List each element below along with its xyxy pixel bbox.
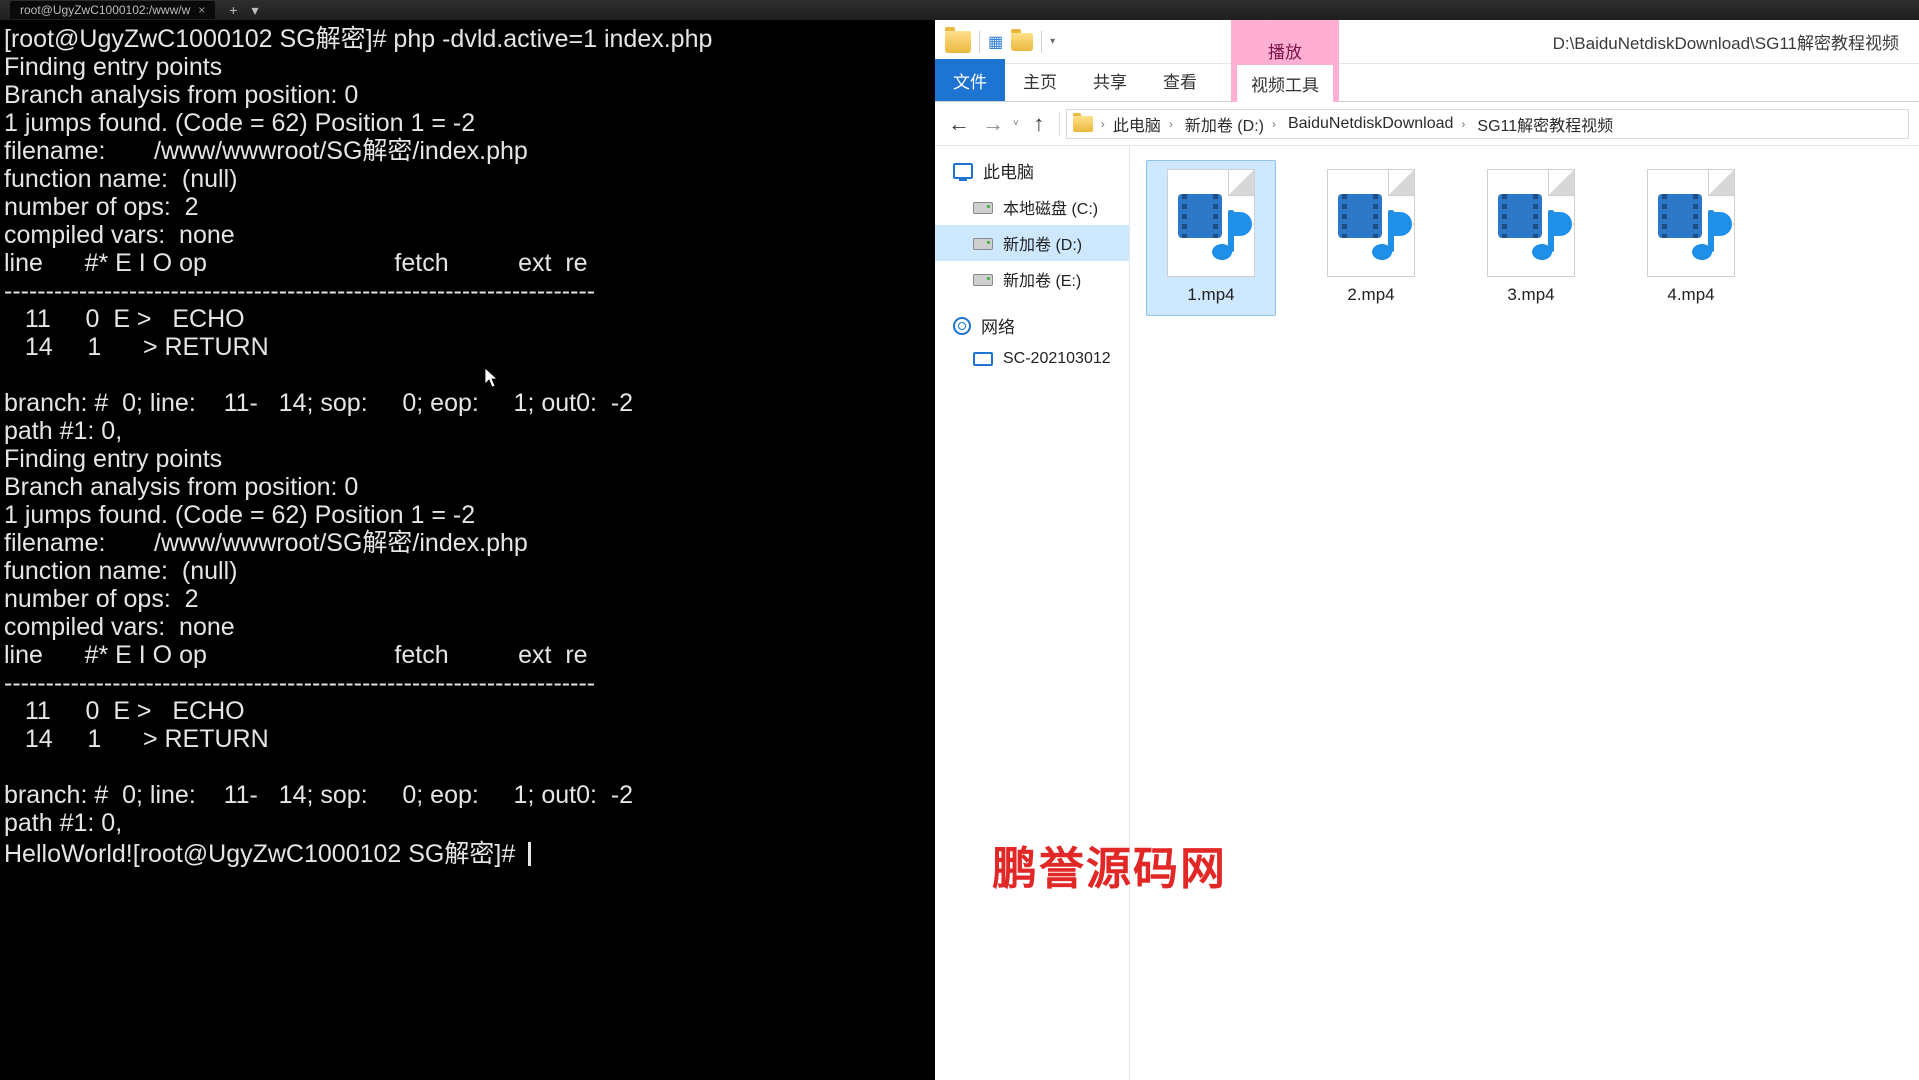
- file-name-label: 1.mp4: [1187, 285, 1234, 305]
- nav-back-button[interactable]: ←: [945, 110, 973, 138]
- drive-icon: [973, 274, 993, 286]
- tab-file[interactable]: 文件: [935, 59, 1005, 101]
- window-title-path: D:\BaiduNetdiskDownload\SG11解密教程视频: [1553, 29, 1909, 54]
- quick-access-toolbar: ▦ ▾: [945, 31, 1055, 53]
- file-name-label: 4.mp4: [1667, 285, 1714, 305]
- separator: [1059, 112, 1060, 136]
- separator: [1041, 31, 1042, 53]
- terminal-tabbar: root@UgyZwC1000102:/www/w × + ▾: [0, 0, 1919, 20]
- pc-icon: [953, 163, 973, 179]
- close-icon[interactable]: ×: [198, 1, 205, 19]
- sidebar-item-drive-c[interactable]: 本地磁盘 (C:): [935, 189, 1129, 225]
- video-file-icon: [1327, 169, 1415, 277]
- sidebar-item-host[interactable]: SC-202103012: [935, 344, 1129, 374]
- ribbon-tabs: 文件 主页 共享 查看: [935, 64, 1919, 102]
- drive-icon: [973, 202, 993, 214]
- terminal-pane[interactable]: [root@UgyZwC1000102 SG解密]# php -dvld.act…: [0, 20, 935, 1080]
- video-file-icon: [1167, 169, 1255, 277]
- tab-share[interactable]: 共享: [1075, 59, 1145, 101]
- chevron-right-icon[interactable]: ›: [1461, 117, 1465, 131]
- nav-up-button[interactable]: ↑: [1025, 110, 1053, 138]
- watermark-text: 鹏誉源码网: [992, 832, 1227, 897]
- tab-dropdown-icon[interactable]: ▾: [251, 2, 258, 19]
- sidebar-item-drive-d[interactable]: 新加卷 (D:): [935, 225, 1129, 261]
- context-subtab[interactable]: 视频工具: [1237, 65, 1333, 102]
- file-name-label: 3.mp4: [1507, 285, 1554, 305]
- sidebar-item-label: 此电脑: [983, 158, 1034, 183]
- video-file-icon: [1487, 169, 1575, 277]
- separator: [979, 31, 980, 53]
- terminal-cursor: [528, 842, 531, 866]
- breadcrumb-item: SG11解密教程视频: [1473, 112, 1617, 136]
- breadcrumb-item: 新加卷 (D:)›: [1181, 112, 1280, 136]
- file-item[interactable]: 4.mp4: [1626, 160, 1756, 316]
- explorer-sidebar: 此电脑 本地磁盘 (C:) 新加卷 (D:) 新加卷 (E:) 网络: [935, 146, 1130, 1080]
- sidebar-item-label: 新加卷 (D:): [1003, 231, 1082, 255]
- sidebar-item-drive-e[interactable]: 新加卷 (E:): [935, 261, 1129, 297]
- file-name-label: 2.mp4: [1347, 285, 1394, 305]
- terminal-tab-label: root@UgyZwC1000102:/www/w: [20, 1, 190, 19]
- cursor-pointer-icon: [484, 367, 498, 389]
- folder-icon[interactable]: [945, 31, 971, 53]
- file-item[interactable]: 3.mp4: [1466, 160, 1596, 316]
- chevron-right-icon[interactable]: ›: [1272, 117, 1276, 131]
- drive-icon: [973, 238, 993, 250]
- nav-forward-button[interactable]: →: [979, 110, 1007, 138]
- file-item[interactable]: 2.mp4: [1306, 160, 1436, 316]
- properties-icon[interactable]: ▦: [988, 32, 1003, 52]
- sidebar-item-label: 网络: [981, 313, 1015, 338]
- terminal-tab[interactable]: root@UgyZwC1000102:/www/w ×: [10, 1, 215, 19]
- folder-icon: [1073, 116, 1093, 132]
- new-tab-button[interactable]: +: [229, 2, 237, 18]
- chevron-right-icon[interactable]: ›: [1169, 117, 1173, 131]
- file-explorer-window: ▦ ▾ 播放 视频工具 D:\BaiduNetdiskDownload\SG11…: [935, 20, 1919, 1080]
- nav-history-dropdown-icon[interactable]: ˅: [1013, 118, 1019, 129]
- breadcrumb-item: 此电脑›: [1109, 112, 1177, 136]
- sidebar-item-label: 新加卷 (E:): [1003, 267, 1081, 291]
- breadcrumb[interactable]: › 此电脑› 新加卷 (D:)› BaiduNetdiskDownload› S…: [1066, 109, 1909, 139]
- file-item[interactable]: 1.mp4: [1146, 160, 1276, 316]
- contextual-tab-group: 播放 视频工具: [1231, 20, 1339, 102]
- folder-icon[interactable]: [1011, 33, 1033, 51]
- tab-home[interactable]: 主页: [1005, 59, 1075, 101]
- explorer-navbar: ← → ˅ ↑ › 此电脑› 新加卷 (D:)› BaiduNetdiskDow…: [935, 102, 1919, 146]
- explorer-titlebar[interactable]: ▦ ▾ 播放 视频工具 D:\BaiduNetdiskDownload\SG11…: [935, 20, 1919, 64]
- sidebar-item-label: SC-202103012: [1003, 350, 1111, 368]
- video-file-icon: [1647, 169, 1735, 277]
- context-tab-label[interactable]: 播放: [1268, 38, 1302, 63]
- monitor-icon: [973, 352, 993, 366]
- breadcrumb-item: BaiduNetdiskDownload›: [1284, 115, 1469, 133]
- sidebar-item-label: 本地磁盘 (C:): [1003, 195, 1098, 219]
- terminal-output: [root@UgyZwC1000102 SG解密]# php -dvld.act…: [4, 25, 712, 868]
- chevron-right-icon[interactable]: ›: [1101, 117, 1105, 131]
- sidebar-item-network[interactable]: 网络: [935, 307, 1129, 344]
- network-icon: [953, 317, 971, 335]
- file-grid[interactable]: 1.mp4 2.mp4 3.mp4 4.mp4: [1130, 146, 1919, 1080]
- tab-view[interactable]: 查看: [1145, 59, 1215, 101]
- sidebar-item-this-pc[interactable]: 此电脑: [935, 152, 1129, 189]
- qat-dropdown-icon[interactable]: ▾: [1050, 36, 1055, 47]
